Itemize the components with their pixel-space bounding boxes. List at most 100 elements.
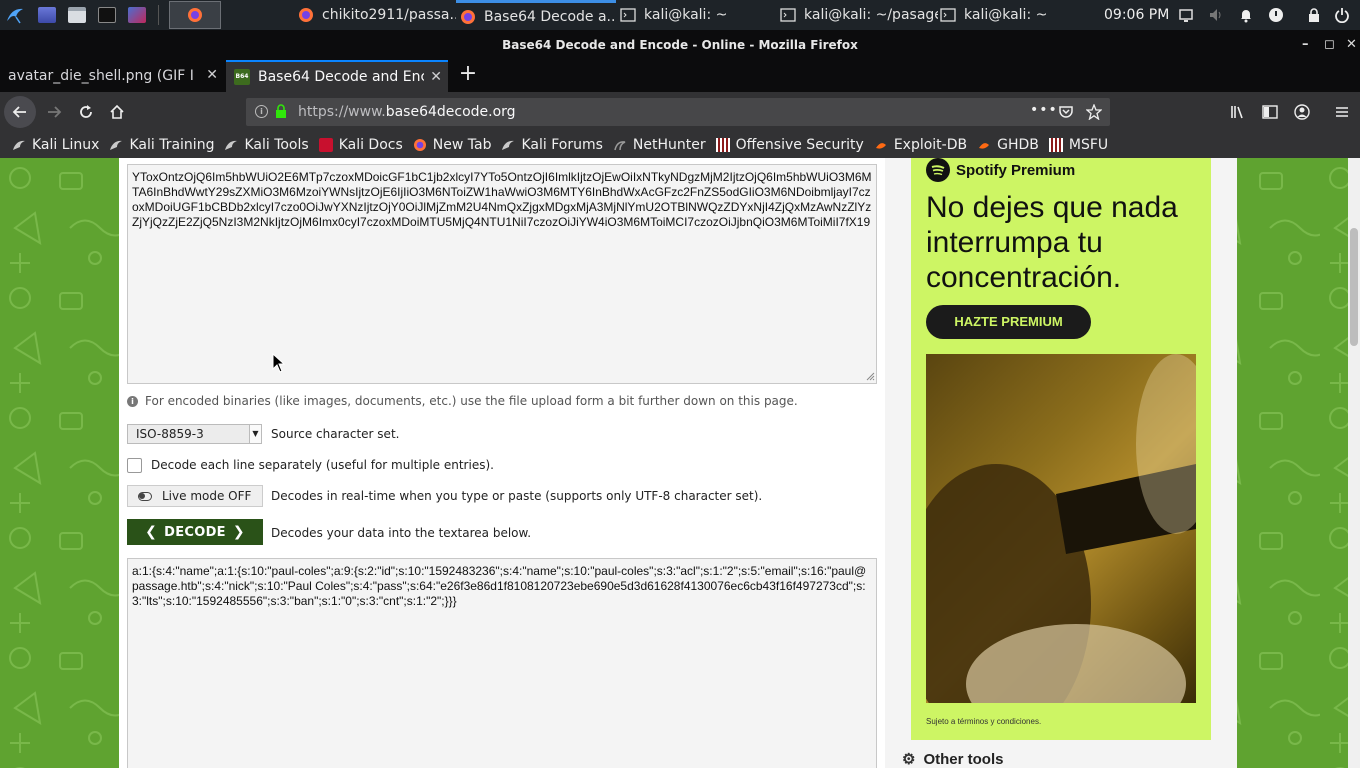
base64-favicon-icon: B64 [234,69,250,85]
charset-value: ISO-8859-3 [136,427,204,441]
bookmark-exploit-db[interactable]: Exploit-DB [874,137,967,153]
toggle-off-icon [138,491,152,501]
bookmark-new-tab[interactable]: New Tab [413,137,491,153]
terminal-icon [940,8,956,22]
bookmark-label: Kali Tools [244,137,309,153]
url-bar[interactable]: i https://www.base64decode.org ••• [246,98,1110,126]
ad-cta-button[interactable]: HAZTE PREMIUM [926,305,1091,339]
bookmark-kali-forums[interactable]: Kali Forums [501,137,603,153]
tab-avatar-image[interactable]: avatar_die_shell.png (GIF Im ✕ [0,60,224,92]
tab-base64-decode[interactable]: B64 Base64 Decode and Enco ✕ [226,60,448,92]
forward-button[interactable] [38,96,70,128]
pocket-icon[interactable] [1058,104,1074,120]
taskbar-task-terminal-1[interactable]: kali@kali: ~ [620,0,778,30]
bookmark-label: Kali Forums [521,137,603,153]
firefox-launcher-icon[interactable] [169,1,221,29]
offsec-icon [1048,138,1063,152]
bookmark-kali-tools[interactable]: Kali Tools [224,137,309,153]
bookmark-label: Kali Training [129,137,215,153]
web-page: YToxOntzOjQ6Im5hbWUiO2E6MTp7czoxMDoicGF1… [0,158,1348,768]
secure-lock-icon[interactable] [275,104,287,119]
volume-icon[interactable] [1208,7,1224,23]
bookmarks-toolbar: Kali Linux Kali Training Kali Tools Kali… [0,132,1360,158]
tab-label: Base64 Decode and Enco [258,69,424,85]
live-mode-toggle[interactable]: Live mode OFF [127,485,263,507]
other-tools-label: Other tools [923,750,1004,768]
task-label: Base64 Decode a... [484,8,616,25]
site-info-icon[interactable]: i [255,105,268,118]
maximize-button[interactable]: ◻ [1324,30,1335,60]
task-label: chikito2911/passa... [322,7,456,23]
minimize-button[interactable]: – [1302,30,1309,60]
binaries-note: i For encoded binaries (like images, doc… [127,394,798,408]
power-icon[interactable] [1334,7,1350,23]
decoded-output-textarea[interactable]: a:1:{s:4:"name";a:1:{s:10:"paul-coles";a… [127,558,877,768]
back-button[interactable] [4,96,36,128]
arrow-left-icon [12,106,26,118]
notification-bell-icon[interactable] [1238,7,1254,23]
ad-headline: No dejes que nada interrumpa tu concentr… [926,191,1178,294]
library-icon[interactable] [1230,104,1246,120]
exploit-db-icon [875,143,886,149]
bookmark-offensive-security[interactable]: Offensive Security [715,137,864,153]
bookmark-nethunter[interactable]: NetHunter [613,137,706,153]
decode-each-line-checkbox[interactable] [127,458,142,473]
taskbar-task-base64[interactable]: Base64 Decode a... [456,0,616,30]
bookmark-ghdb[interactable]: GHDB [977,137,1039,153]
decode-button[interactable]: ❮ DECODE ❯ [127,519,263,545]
bookmark-kali-training[interactable]: Kali Training [109,137,214,153]
taskbar-task-github[interactable]: chikito2911/passa... [298,0,456,30]
taskbar-task-terminal-2[interactable]: kali@kali: ~/pasage [780,0,938,30]
home-button[interactable] [101,96,133,128]
bookmark-label: Exploit-DB [893,137,968,153]
terminal-icon[interactable] [94,4,120,26]
tab-close-icon[interactable]: ✕ [206,67,218,83]
bookmark-label: GHDB [997,137,1039,153]
bookmark-msfu[interactable]: MSFU [1048,137,1108,153]
file-manager-icon[interactable] [64,4,90,26]
bookmark-label: Kali Linux [32,137,100,153]
spotify-logo-icon [926,158,950,182]
taskbar-task-terminal-3[interactable]: kali@kali: ~ [940,0,1090,30]
power-status-icon[interactable] [1268,7,1284,23]
other-tools-heading[interactable]: ⚙ Other tools [902,750,1003,768]
sidebar-toggle-icon[interactable] [1262,104,1278,120]
close-window-button[interactable]: ✕ [1346,30,1357,60]
chevron-left-icon: ❮ [145,524,158,540]
task-label: kali@kali: ~ [644,7,728,23]
charset-select[interactable]: ISO-8859-3 ▼ [127,424,262,444]
scrollbar-thumb[interactable] [1350,228,1358,346]
base64-input-textarea[interactable]: YToxOntzOjQ6Im5hbWUiO2E6MTp7czoxMDoicGF1… [127,164,877,384]
clock[interactable]: 09:06 PM [1104,0,1169,30]
resize-grip-icon[interactable] [865,371,875,381]
bookmark-star-icon[interactable] [1086,104,1102,120]
bookmark-kali-linux[interactable]: Kali Linux [12,137,99,153]
decode-each-line-label: Decode each line separately (useful for … [151,458,494,472]
new-tab-button[interactable]: + [456,62,480,88]
url-text[interactable]: https://www.base64decode.org [298,98,516,126]
lock-icon[interactable] [1306,7,1322,23]
window-titlebar: Base64 Decode and Encode - Online - Mozi… [0,30,1360,60]
bookmark-label: Kali Docs [338,137,403,153]
bookmark-label: Offensive Security [735,137,864,153]
kali-menu-icon[interactable] [0,0,30,30]
bookmark-kali-docs[interactable]: Kali Docs [318,137,403,153]
display-icon[interactable] [1178,7,1194,23]
hamburger-menu-icon[interactable] [1334,104,1350,120]
kali-dragon-icon [13,140,25,150]
reload-button[interactable] [70,96,102,128]
page-actions-icon[interactable]: ••• [1030,102,1058,118]
tab-strip: avatar_die_shell.png (GIF Im ✕ B64 Base6… [0,60,1360,92]
offsec-icon [715,138,730,152]
workspace-icon[interactable] [34,4,60,26]
decode-label: DECODE [164,524,226,540]
task-label: kali@kali: ~ [964,7,1048,23]
account-icon[interactable] [1294,104,1310,120]
page-scrollbar[interactable] [1348,158,1360,768]
kali-dragon-icon [110,140,123,150]
gear-icon: ⚙ [902,751,916,768]
tab-close-icon[interactable]: ✕ [430,69,442,85]
decoder-panel: YToxOntzOjQ6Im5hbWUiO2E6MTp7czoxMDoicGF1… [119,158,885,768]
spotify-ad[interactable]: Spotify Premium No dejes que nada interr… [911,158,1211,740]
screen-recorder-icon[interactable] [124,4,150,26]
